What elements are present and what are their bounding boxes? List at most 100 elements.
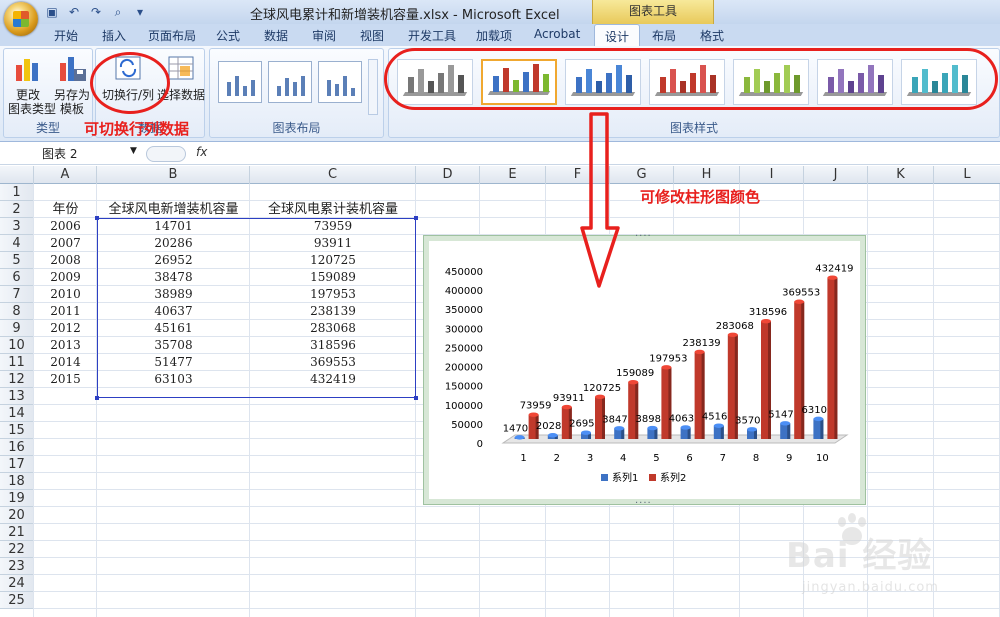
row-header[interactable]: 10 xyxy=(0,337,34,354)
range-handle[interactable] xyxy=(95,396,99,400)
column-header-a[interactable]: A xyxy=(34,166,97,184)
layout-gallery-scroll[interactable] xyxy=(368,59,378,115)
row-header[interactable]: 18 xyxy=(0,473,34,490)
row-header[interactable]: 25 xyxy=(0,592,34,609)
bar-series1-top xyxy=(547,433,558,438)
sheet-cell[interactable]: 2012 xyxy=(34,320,97,337)
tab-layout[interactable]: 布局 xyxy=(652,27,676,44)
column-header-i[interactable]: I xyxy=(740,166,804,184)
row-header[interactable]: 14 xyxy=(0,405,34,422)
range-handle[interactable] xyxy=(95,216,99,220)
tab-review[interactable]: 审阅 xyxy=(312,27,336,44)
tab-format[interactable]: 格式 xyxy=(700,27,724,44)
row-header[interactable]: 4 xyxy=(0,235,34,252)
select-all-corner[interactable] xyxy=(0,166,34,184)
sheet-header-cell[interactable]: 年份 xyxy=(34,201,97,218)
x-tick-label: 7 xyxy=(720,453,726,464)
row-header[interactable]: 20 xyxy=(0,507,34,524)
sheet-cell[interactable]: 2010 xyxy=(34,286,97,303)
column-header-k[interactable]: K xyxy=(868,166,934,184)
range-handle[interactable] xyxy=(414,396,418,400)
chart-resize-handle-top[interactable]: ···· xyxy=(635,231,652,242)
tab-home[interactable]: 开始 xyxy=(54,27,78,44)
row-header[interactable]: 19 xyxy=(0,490,34,507)
layout-option-2[interactable] xyxy=(268,61,312,103)
row-header[interactable]: 9 xyxy=(0,320,34,337)
change-chart-type-button[interactable]: 更改 图表类型 xyxy=(8,53,56,116)
undo-icon[interactable]: ↶ xyxy=(66,4,82,20)
sheet-cell[interactable]: 2011 xyxy=(34,303,97,320)
sheet-header-cell[interactable]: 全球风电新增装机容量 xyxy=(97,201,250,218)
layout-option-1[interactable] xyxy=(218,61,262,103)
x-tick-label: 8 xyxy=(753,453,759,464)
sheet-cell[interactable]: 2007 xyxy=(34,235,97,252)
row-header[interactable]: 8 xyxy=(0,303,34,320)
fx-icon[interactable]: fx xyxy=(196,145,207,159)
column-header-e[interactable]: E xyxy=(480,166,546,184)
row-header[interactable]: 7 xyxy=(0,286,34,303)
tab-page-layout[interactable]: 页面布局 xyxy=(148,27,196,44)
tab-addins[interactable]: 加载项 xyxy=(476,27,512,44)
row-header[interactable]: 2 xyxy=(0,201,34,218)
row-header[interactable]: 16 xyxy=(0,439,34,456)
row-header[interactable]: 15 xyxy=(0,422,34,439)
office-button[interactable] xyxy=(4,2,38,36)
column-header-b[interactable]: B xyxy=(97,166,250,184)
sheet-cell[interactable]: 2014 xyxy=(34,354,97,371)
chart-type-icon xyxy=(16,59,38,81)
tab-insert[interactable]: 插入 xyxy=(102,27,126,44)
sheet-cell[interactable]: 2009 xyxy=(34,269,97,286)
tab-data[interactable]: 数据 xyxy=(264,27,288,44)
sheet-cell[interactable]: 2006 xyxy=(34,218,97,235)
bar-series1-shade xyxy=(787,423,791,439)
title-bar: ▣ ↶ ↷ ⌕ ▾ 全球风电累计和新增装机容量.xlsx - Microsoft… xyxy=(0,0,1000,36)
column-header-h[interactable]: H xyxy=(674,166,740,184)
column-header-l[interactable]: L xyxy=(934,166,1000,184)
row-header[interactable]: 12 xyxy=(0,371,34,388)
y-tick-label: 100000 xyxy=(445,401,483,412)
row-header[interactable]: 24 xyxy=(0,575,34,592)
embedded-chart[interactable]: 0 50000 100000 150000 200000 250000 300000 3500… xyxy=(424,236,865,504)
qat-dropdown-icon[interactable]: ▾ xyxy=(132,4,148,20)
group-chart-styles-label: 图表样式 xyxy=(669,121,718,135)
sheet-cell[interactable]: 2008 xyxy=(34,252,97,269)
row-header[interactable]: 17 xyxy=(0,456,34,473)
row-header[interactable]: 5 xyxy=(0,252,34,269)
office-logo-icon xyxy=(13,11,29,27)
row-header[interactable]: 11 xyxy=(0,354,34,371)
layout-option-3[interactable] xyxy=(318,61,362,103)
formula-pill[interactable] xyxy=(146,146,186,162)
row-header[interactable]: 22 xyxy=(0,541,34,558)
redo-icon[interactable]: ↷ xyxy=(88,4,104,20)
print-preview-icon[interactable]: ⌕ xyxy=(110,4,126,20)
row-header[interactable]: 6 xyxy=(0,269,34,286)
y-tick-label: 200000 xyxy=(445,363,483,374)
tab-acrobat[interactable]: Acrobat xyxy=(534,27,580,41)
bar-series1-shade xyxy=(820,418,824,439)
row-header[interactable]: 1 xyxy=(0,184,34,201)
x-tick-label: 1 xyxy=(520,453,526,464)
row-header[interactable]: 13 xyxy=(0,388,34,405)
range-handle[interactable] xyxy=(414,216,418,220)
row-header[interactable]: 3 xyxy=(0,218,34,235)
save-icon[interactable]: ▣ xyxy=(44,4,60,20)
data-label-series2: 432419 xyxy=(815,264,853,275)
bar-series2-top xyxy=(595,394,605,400)
tab-developer[interactable]: 开发工具 xyxy=(408,27,456,44)
bar-series2-top xyxy=(694,349,705,355)
column-header-c[interactable]: C xyxy=(250,166,416,184)
save-as-template-button[interactable]: 另存为 模板 xyxy=(52,53,92,116)
column-header-d[interactable]: D xyxy=(416,166,480,184)
tab-view[interactable]: 视图 xyxy=(360,27,384,44)
chart-resize-handle-bottom[interactable]: ···· xyxy=(635,498,652,509)
row-header[interactable]: 21 xyxy=(0,524,34,541)
sheet-cell[interactable]: 2013 xyxy=(34,337,97,354)
column-header-j[interactable]: J xyxy=(804,166,868,184)
name-box[interactable]: 图表 2 xyxy=(36,146,144,163)
row-header[interactable]: 23 xyxy=(0,558,34,575)
sheet-cell[interactable]: 2015 xyxy=(34,371,97,388)
tab-formulas[interactable]: 公式 xyxy=(216,27,240,44)
tab-design[interactable]: 设计 xyxy=(594,24,641,46)
sheet-header-cell[interactable]: 全球风电累计装机容量 xyxy=(250,201,416,218)
name-box-dropdown-icon[interactable]: ▼ xyxy=(130,146,137,156)
